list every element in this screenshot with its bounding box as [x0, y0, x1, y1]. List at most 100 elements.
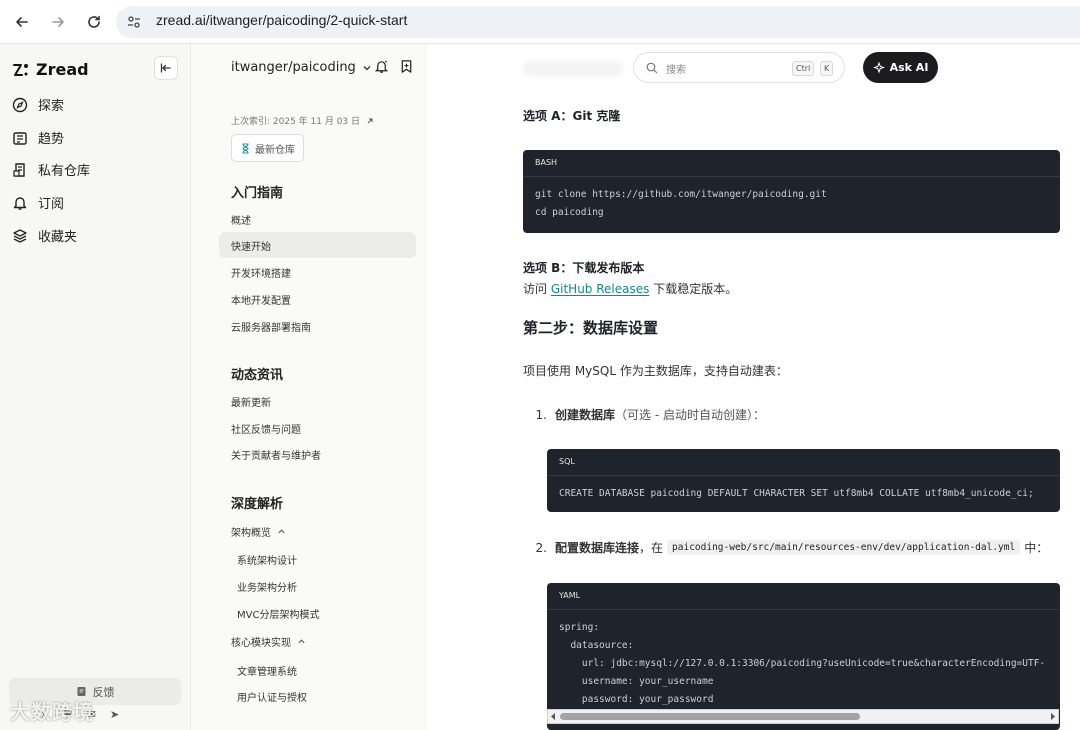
bash-code-block: BASH git clone https://github.com/itwang…: [523, 150, 1060, 233]
inline-code-path: paicoding-web/src/main/resources-env/dev…: [667, 540, 1021, 555]
bell-icon: [13, 196, 27, 210]
code-line: url: jdbc:mysql://127.0.0.1:3306/paicodi…: [559, 658, 1046, 669]
list-rest-post: 中：: [1024, 541, 1049, 555]
search-input[interactable]: 搜索 Ctrl K: [633, 52, 845, 83]
section-deep-dive: 深度解析: [231, 497, 284, 512]
newest-repo-label: 最新仓库: [255, 144, 295, 156]
sidebar-item-private-repo[interactable]: 私有仓库: [12, 160, 90, 179]
hourglass-icon: [242, 142, 249, 154]
nav-link-system-arch[interactable]: 系统架构设计: [237, 552, 297, 567]
reload-icon: [88, 15, 100, 28]
ask-ai-button[interactable]: Ask AI: [863, 52, 938, 83]
sidebar-item-label: 趋势: [38, 132, 65, 147]
repo-selector[interactable]: itwanger/paicoding: [231, 60, 372, 75]
section-news: 动态资讯: [231, 368, 284, 383]
code-lang-label: BASH: [523, 150, 1060, 177]
code-line: git clone https://github.com/itwanger/pa…: [535, 189, 827, 200]
scroll-left-icon[interactable]: [550, 713, 557, 720]
ask-ai-label: Ask AI: [889, 61, 929, 74]
code-line: password: your_password: [559, 694, 714, 705]
list-item: 1. 创建数据库 （可选 - 启动时自动创建）：: [523, 406, 765, 423]
feedback-label: 反馈: [92, 685, 115, 699]
nav-link-quick-start[interactable]: 快速开始: [231, 238, 271, 253]
nav-group-architecture[interactable]: 架构概览: [231, 524, 286, 539]
site-settings-icon[interactable]: [126, 14, 142, 30]
nav-link-mvc[interactable]: MVC分层架构模式: [237, 606, 319, 621]
layers-icon: [13, 228, 27, 243]
chevron-down-icon: [363, 65, 371, 70]
sidebar-item-subscribe[interactable]: 订阅: [12, 193, 64, 212]
sql-code-block: SQL CREATE DATABASE paicoding DEFAULT CH…: [547, 449, 1060, 512]
code-line: datasource:: [559, 640, 634, 651]
code-line: username: your_username: [559, 676, 714, 687]
nav-link-contributors[interactable]: 关于贡献者与维护者: [231, 447, 321, 462]
nav-link-article-mgmt[interactable]: 文章管理系统: [237, 663, 297, 678]
send-icon[interactable]: ➤: [110, 708, 119, 721]
nav-link-auth[interactable]: 用户认证与授权: [237, 689, 307, 704]
doc-nav-panel: itwanger/paicoding 上次索引: 2025 年 11 月 03 …: [191, 44, 427, 730]
zread-logo-icon: [13, 63, 28, 76]
option-b-post: 下载稳定版本。: [653, 282, 738, 296]
code-lang-label: SQL: [547, 449, 1060, 476]
sidebar-item-label: 订阅: [38, 197, 65, 212]
chevron-up-icon: [298, 639, 305, 644]
reload-button[interactable]: [80, 8, 108, 36]
chevron-up-icon: [278, 529, 285, 534]
option-a-heading: 选项 A：Git 克隆: [523, 109, 621, 123]
url-text[interactable]: zread.ai/itwanger/paicoding/2-quick-star…: [156, 12, 407, 28]
collapse-left-icon: [160, 63, 171, 73]
step2-intro: 项目使用 MySQL 作为主数据库，支持自动建表：: [523, 364, 788, 378]
last-indexed-text: 上次索引: 2025 年 11 月 03 日: [231, 117, 361, 127]
option-b-heading: 选项 B：下载发布版本: [523, 261, 645, 275]
list-item: 2. 配置数据库连接 ，在 paicoding-web/src/main/res…: [523, 539, 1048, 556]
nav-link-dev-env[interactable]: 开发环境搭建: [231, 265, 291, 280]
kbd-k: K: [820, 61, 834, 76]
list-number: 2.: [535, 540, 547, 555]
back-button[interactable]: [8, 8, 36, 36]
sidebar-item-trending[interactable]: 趋势: [12, 128, 64, 147]
list-bold: 配置数据库连接: [555, 541, 640, 555]
browser-toolbar: zread.ai/itwanger/paicoding/2-quick-star…: [0, 0, 1080, 44]
zread-logo[interactable]: Zread: [12, 60, 89, 79]
list-bold: 创建数据库: [555, 408, 616, 422]
kbd-ctrl: Ctrl: [792, 61, 815, 76]
arrow-left-icon: [16, 17, 28, 27]
bookmark-add-icon[interactable]: [399, 59, 414, 74]
scroll-right-icon[interactable]: [1049, 713, 1056, 720]
sidebar-item-label: 收藏夹: [38, 230, 78, 245]
nav-link-overview[interactable]: 概述: [231, 212, 251, 227]
nav-link-business-arch[interactable]: 业务架构分析: [237, 579, 297, 594]
list-number: 1.: [535, 407, 547, 422]
address-bar[interactable]: zread.ai/itwanger/paicoding/2-quick-star…: [116, 6, 1080, 38]
sidebar-item-explore[interactable]: 探索: [12, 95, 64, 114]
nav-group-label: 核心模块实现: [231, 638, 291, 649]
option-b-pre: 访问: [523, 282, 548, 296]
newest-repo-button[interactable]: 最新仓库: [231, 134, 304, 162]
code-line: spring:: [559, 622, 600, 633]
sidebar-item-favorites[interactable]: 收藏夹: [12, 226, 77, 245]
code-horizontal-scrollbar[interactable]: [547, 709, 1059, 724]
code-line: cd paicoding: [535, 207, 604, 218]
forward-button[interactable]: [44, 8, 72, 36]
watermark-text: 大数跨境: [10, 700, 94, 724]
app-sidebar: Zread 探索 趋势 私有仓库 订阅 收藏夹 反馈 𝕏 ♥ ✉ ➤: [0, 44, 191, 730]
sparkle-icon: [872, 61, 885, 73]
code-line: CREATE DATABASE paicoding DEFAULT CHARAC…: [559, 488, 1034, 499]
nav-link-community-feedback[interactable]: 社区反馈与问题: [231, 421, 301, 436]
nav-link-latest-updates[interactable]: 最新更新: [231, 394, 271, 409]
nav-link-local-config[interactable]: 本地开发配置: [231, 292, 291, 307]
nav-link-cloud-deploy[interactable]: 云服务器部署指南: [231, 319, 311, 334]
collapse-sidebar-button[interactable]: [154, 56, 178, 80]
main-content: 搜索 Ctrl K Ask AI 选项 A：Git 克隆 BASH git cl…: [427, 44, 1080, 730]
app-name: Zread: [36, 60, 89, 79]
scrollbar-thumb[interactable]: [560, 713, 860, 720]
code-lang-label: YAML: [547, 583, 1060, 610]
external-link-icon[interactable]: [366, 117, 374, 125]
repo-actions: [374, 59, 414, 74]
sidebar-item-label: 私有仓库: [38, 164, 91, 179]
nav-group-core-modules[interactable]: 核心模块实现: [231, 634, 306, 649]
repo-name: itwanger/paicoding: [231, 60, 356, 75]
list-rest-pre: ，在: [639, 541, 664, 555]
github-releases-link[interactable]: GitHub Releases: [551, 282, 650, 296]
subscribe-bell-icon[interactable]: [374, 59, 389, 74]
